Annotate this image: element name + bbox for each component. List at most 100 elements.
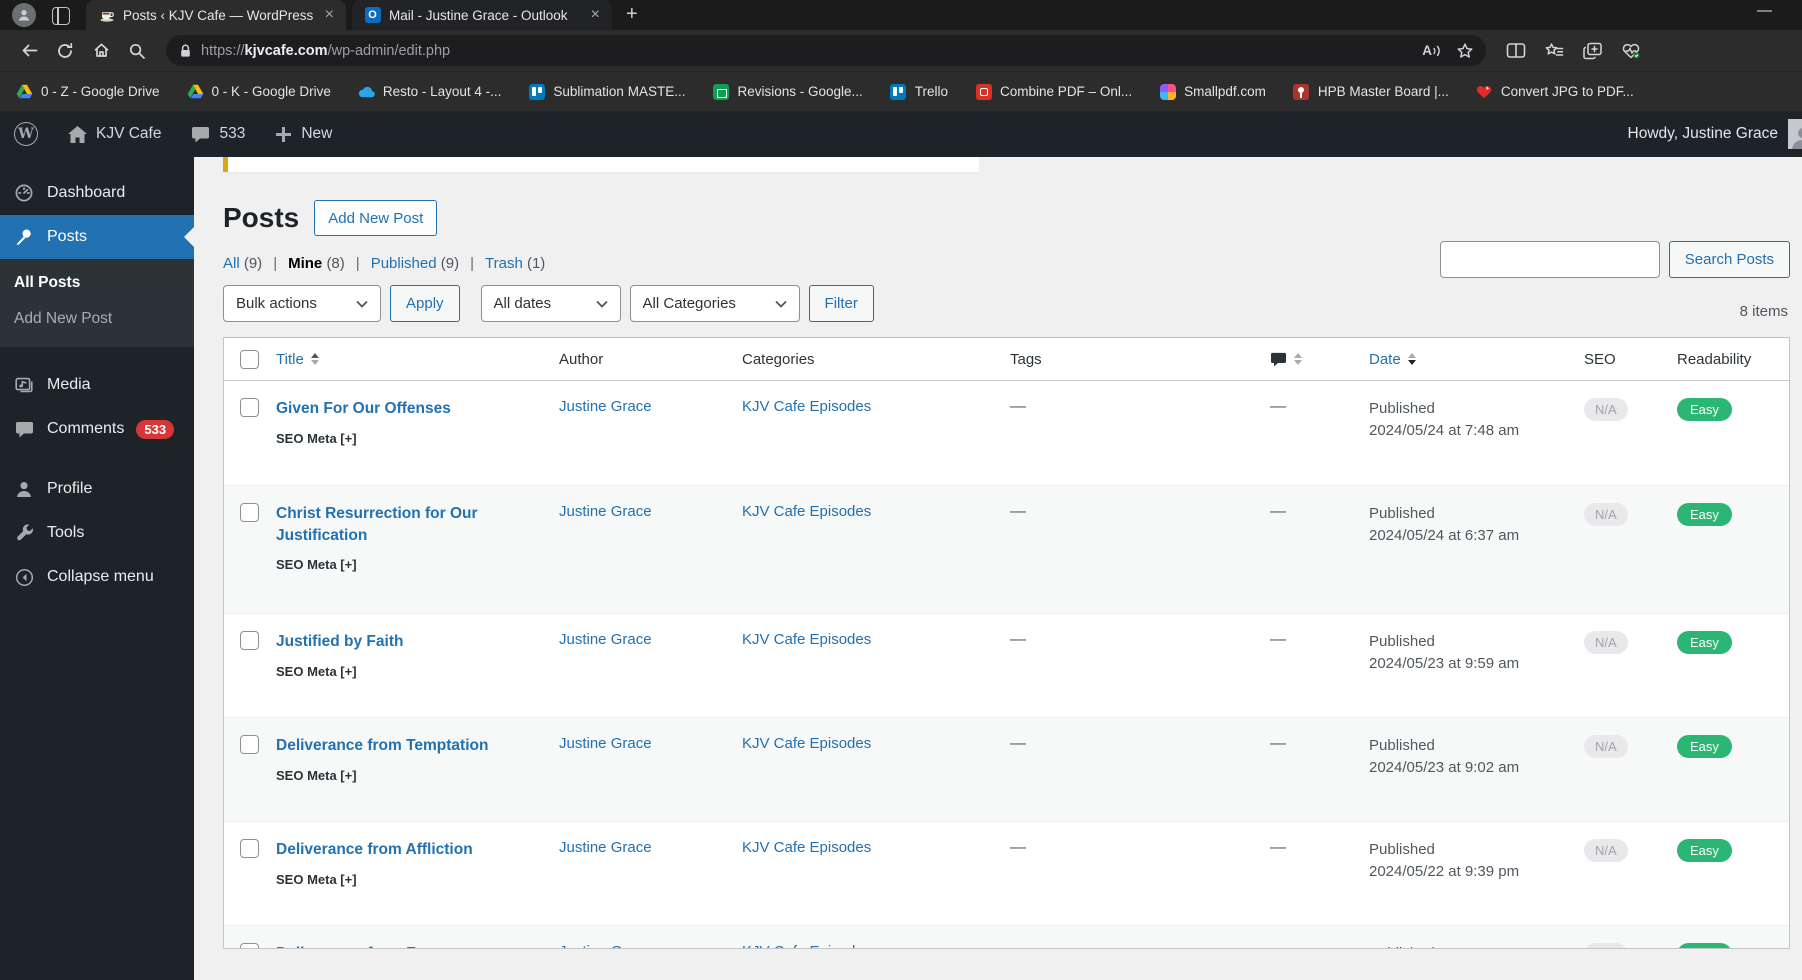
author-link[interactable]: Justine Grace [559, 631, 652, 648]
combine-pdf-icon [975, 83, 992, 100]
column-header-title[interactable]: Title [276, 351, 304, 368]
bulk-actions-select[interactable]: Bulk actions [223, 285, 381, 322]
site-name-menu[interactable]: KJV Cafe [68, 125, 161, 143]
post-title-link[interactable]: Justified by Faith [276, 631, 545, 653]
favorite-star-icon[interactable] [1456, 42, 1474, 60]
post-title-link[interactable]: Deliverance from Affliction [276, 839, 545, 861]
wp-logo-menu[interactable]: W [14, 122, 38, 146]
row-checkbox[interactable] [240, 631, 259, 650]
page-title: Posts [223, 202, 300, 233]
search-icon[interactable] [122, 36, 152, 66]
row-checkbox[interactable] [240, 839, 259, 858]
seo-badge: N/A [1584, 631, 1628, 654]
add-new-post-button[interactable]: Add New Post [314, 200, 438, 236]
seo-meta-toggle[interactable]: SEO Meta [+] [276, 664, 545, 679]
search-posts-button[interactable]: Search Posts [1668, 241, 1790, 278]
table-row: Justified by Faith SEO Meta [+] Justine … [224, 613, 1789, 717]
window-minimize-button[interactable]: — [1757, 0, 1772, 19]
column-header-readability: Readability [1677, 350, 1752, 368]
collections-icon[interactable] [1583, 42, 1603, 60]
seo-meta-toggle[interactable]: SEO Meta [+] [276, 557, 545, 572]
categories-filter-select[interactable]: All Categories [629, 285, 800, 322]
filter-all[interactable]: All (9) [223, 255, 262, 272]
category-link[interactable]: KJV Cafe Episodes [742, 503, 871, 520]
category-link[interactable]: KJV Cafe Episodes [742, 943, 871, 948]
column-header-date[interactable]: Date [1369, 351, 1401, 368]
bookmark-item[interactable]: 0 - K - Google Drive [187, 83, 331, 100]
sidebar-item-profile[interactable]: Profile [0, 467, 194, 511]
sidebar-item-label: Collapse menu [47, 568, 154, 585]
howdy-account-menu[interactable]: Howdy, Justine Grace [1628, 125, 1778, 143]
back-button[interactable] [14, 36, 44, 66]
bookmark-item[interactable]: Combine PDF – Onl... [975, 83, 1132, 100]
dates-filter-select[interactable]: All dates [480, 285, 621, 322]
tab-close-icon[interactable]: × [323, 7, 336, 23]
tab-actions-menu-icon[interactable] [52, 7, 70, 25]
favorites-list-icon[interactable] [1544, 42, 1565, 60]
post-status: Published [1369, 841, 1435, 858]
post-title-link[interactable]: Deliverance from Temptation [276, 735, 545, 757]
user-avatar[interactable] [1788, 119, 1802, 149]
refresh-button[interactable] [50, 36, 80, 66]
category-link[interactable]: KJV Cafe Episodes [742, 839, 871, 856]
adminbar-new-menu[interactable]: New [275, 125, 332, 143]
sidebar-subitem-all-posts[interactable]: All Posts [0, 265, 194, 301]
seo-badge: N/A [1584, 943, 1628, 948]
address-bar[interactable]: https://kjvcafe.com/wp-admin/edit.php A [166, 35, 1486, 66]
author-link[interactable]: Justine Grace [559, 943, 652, 948]
category-link[interactable]: KJV Cafe Episodes [742, 631, 871, 648]
bookmark-item[interactable]: Convert JPG to PDF... [1476, 83, 1634, 100]
seo-meta-toggle[interactable]: SEO Meta [+] [276, 872, 545, 887]
outlook-favicon: O [364, 7, 381, 24]
sidebar-subitem-add-new-post[interactable]: Add New Post [0, 301, 194, 337]
author-link[interactable]: Justine Grace [559, 735, 652, 752]
browser-essentials-icon[interactable] [1621, 42, 1642, 60]
row-checkbox[interactable] [240, 398, 259, 417]
bookmark-item[interactable]: Sublimation MASTE... [528, 83, 685, 100]
tab-close-icon[interactable]: × [589, 7, 602, 23]
row-checkbox[interactable] [240, 735, 259, 754]
filter-mine[interactable]: Mine (8) [262, 255, 345, 272]
bookmark-item[interactable]: Revisions - Google... [712, 83, 863, 100]
adminbar-comments[interactable]: 533 [191, 125, 245, 143]
row-checkbox[interactable] [240, 943, 259, 948]
tab-outlook-mail[interactable]: O Mail - Justine Grace - Outlook × [352, 0, 612, 30]
sidebar-item-comments[interactable]: Comments 533 [0, 407, 194, 451]
post-title-link[interactable]: Deliverance from Fear [276, 943, 545, 948]
media-icon [13, 375, 35, 395]
author-link[interactable]: Justine Grace [559, 398, 652, 415]
post-title-link[interactable]: Given For Our Offenses [276, 398, 545, 420]
search-posts-input[interactable] [1439, 241, 1660, 278]
apply-button[interactable]: Apply [390, 285, 460, 322]
category-link[interactable]: KJV Cafe Episodes [742, 735, 871, 752]
home-button[interactable] [86, 36, 116, 66]
sidebar-collapse-menu[interactable]: Collapse menu [0, 555, 194, 599]
filter-trash[interactable]: Trash (1) [459, 255, 545, 272]
new-tab-button[interactable]: + [626, 3, 638, 26]
select-all-checkbox[interactable] [240, 349, 259, 369]
category-link[interactable]: KJV Cafe Episodes [742, 398, 871, 415]
bookmark-item[interactable]: 0 - Z - Google Drive [16, 83, 160, 100]
filter-button[interactable]: Filter [808, 285, 874, 322]
author-link[interactable]: Justine Grace [559, 839, 652, 856]
post-title-link[interactable]: Christ Resurrection for Our Justificatio… [276, 503, 545, 546]
seo-meta-toggle[interactable]: SEO Meta [+] [276, 768, 545, 783]
sidebar-item-tools[interactable]: Tools [0, 511, 194, 555]
browser-profile-button[interactable] [12, 3, 36, 27]
bookmark-item[interactable]: Smallpdf.com [1159, 83, 1266, 100]
sidebar-item-media[interactable]: Media [0, 363, 194, 407]
trello-icon [528, 83, 545, 100]
seo-meta-toggle[interactable]: SEO Meta [+] [276, 431, 545, 446]
read-aloud-icon[interactable]: A [1422, 43, 1442, 58]
bookmark-item[interactable]: HPB Master Board |... [1293, 83, 1449, 100]
sidebar-item-dashboard[interactable]: Dashboard [0, 171, 194, 215]
bookmark-item[interactable]: Trello [890, 83, 948, 100]
author-link[interactable]: Justine Grace [559, 503, 652, 520]
sidebar-item-posts[interactable]: Posts [0, 215, 194, 259]
filter-published[interactable]: Published (9) [345, 255, 459, 272]
split-screen-icon[interactable] [1506, 42, 1526, 59]
bookmark-item[interactable]: Resto - Layout 4 -... [358, 83, 501, 100]
row-checkbox[interactable] [240, 503, 259, 522]
column-header-comments[interactable] [1270, 352, 1369, 367]
tab-wordpress-posts[interactable]: Posts ‹ KJV Cafe — WordPress × [86, 0, 346, 30]
